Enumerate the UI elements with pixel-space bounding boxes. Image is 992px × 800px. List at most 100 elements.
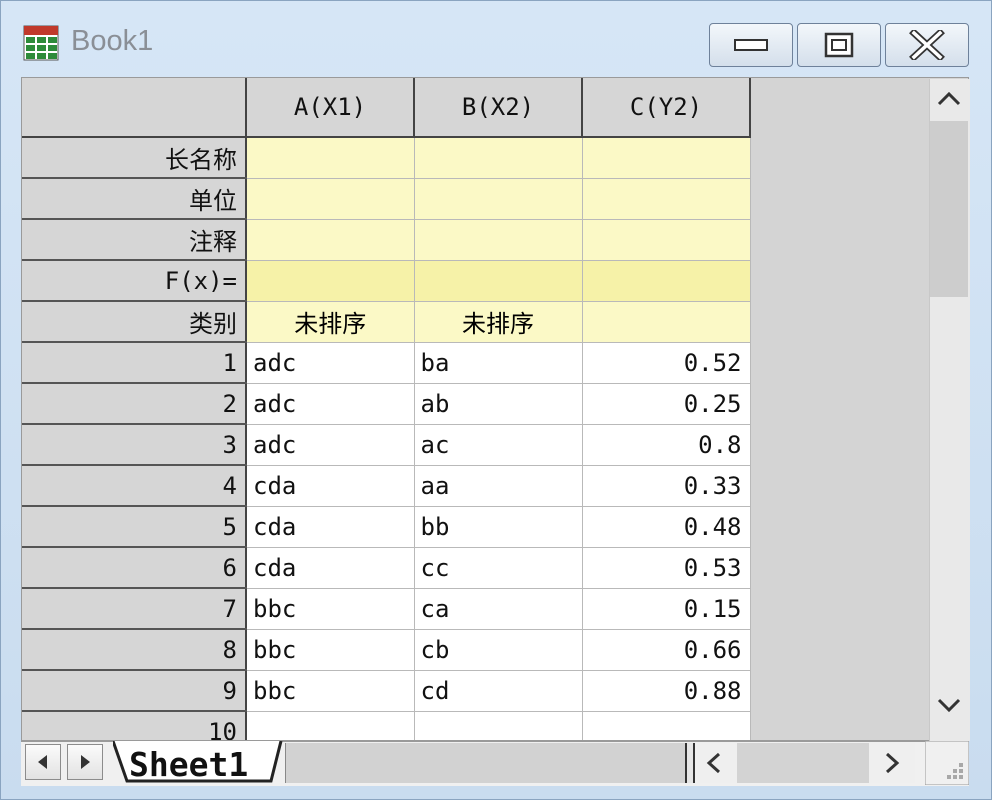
- vertical-scroll-thumb[interactable]: [930, 121, 968, 297]
- comments-cell-b[interactable]: [414, 219, 583, 261]
- resize-grip-icon[interactable]: [925, 741, 969, 785]
- table-row: 7 bbc ca 0.15: [22, 588, 751, 630]
- row-label-comments[interactable]: 注释: [22, 219, 247, 261]
- row-label-long-name[interactable]: 长名称: [22, 137, 247, 179]
- data-cell-a[interactable]: bbc: [246, 629, 415, 671]
- units-cell-a[interactable]: [246, 178, 415, 220]
- long-name-cell-b[interactable]: [414, 137, 583, 179]
- sheet-tab-sheet1[interactable]: Sheet1: [129, 745, 248, 784]
- tab-area-empty: [285, 743, 686, 783]
- arrow-left-icon: [38, 755, 47, 769]
- data-cell-b[interactable]: ab: [414, 383, 583, 425]
- data-cell-b[interactable]: cd: [414, 670, 583, 712]
- data-cell-b[interactable]: aa: [414, 465, 583, 507]
- scroll-down-icon[interactable]: [935, 695, 963, 715]
- data-cell-a[interactable]: bbc: [246, 588, 415, 630]
- data-cell-a[interactable]: adc: [246, 383, 415, 425]
- formula-cell-b[interactable]: [414, 260, 583, 302]
- row-number[interactable]: 6: [22, 547, 247, 589]
- row-number[interactable]: 4: [22, 465, 247, 507]
- row-number[interactable]: 8: [22, 629, 247, 671]
- row-number[interactable]: 7: [22, 588, 247, 630]
- data-cell-c[interactable]: 0.53: [582, 547, 751, 589]
- previous-sheet-button[interactable]: [25, 744, 61, 780]
- label-row-comments: 注释: [22, 219, 751, 261]
- minimize-icon: [734, 39, 768, 51]
- long-name-cell-c[interactable]: [582, 137, 751, 179]
- data-cell-c[interactable]: 0.66: [582, 629, 751, 671]
- data-cell-c[interactable]: 0.88: [582, 670, 751, 712]
- data-cell-a[interactable]: cda: [246, 547, 415, 589]
- category-cell-a[interactable]: 未排序: [246, 301, 415, 343]
- arrow-right-icon: [81, 755, 90, 769]
- select-all-corner[interactable]: [22, 78, 247, 138]
- data-cell-b[interactable]: ca: [414, 588, 583, 630]
- table-row: 3 adc ac 0.8: [22, 424, 751, 466]
- units-cell-c[interactable]: [582, 178, 751, 220]
- title-bar[interactable]: Book1: [1, 1, 991, 75]
- row-number[interactable]: 1: [22, 342, 247, 384]
- category-cell-b[interactable]: 未排序: [414, 301, 583, 343]
- label-row-units: 单位: [22, 178, 751, 220]
- data-cell-a[interactable]: bbc: [246, 670, 415, 712]
- table-row: 1 adc ba 0.52: [22, 342, 751, 384]
- row-label-units[interactable]: 单位: [22, 178, 247, 220]
- minimize-button[interactable]: [709, 23, 793, 67]
- table-row: 9 bbc cd 0.88: [22, 670, 751, 712]
- data-cell-c[interactable]: 0.15: [582, 588, 751, 630]
- column-header-b[interactable]: B(X2): [414, 78, 583, 138]
- data-cell-c[interactable]: 0.8: [582, 424, 751, 466]
- scroll-left-icon[interactable]: [703, 751, 725, 775]
- table-row: 2 adc ab 0.25: [22, 383, 751, 425]
- row-number[interactable]: 2: [22, 383, 247, 425]
- data-cell-c[interactable]: 0.33: [582, 465, 751, 507]
- data-cell-a[interactable]: adc: [246, 424, 415, 466]
- close-button[interactable]: [885, 23, 969, 67]
- splitter-handle[interactable]: [685, 743, 695, 783]
- data-cell-b[interactable]: cc: [414, 547, 583, 589]
- horizontal-scroll-thumb[interactable]: [737, 743, 869, 783]
- worksheet-table: A(X1) B(X2) C(Y2) 长名称 单位 注释 F(x)= 类别 未排序…: [22, 78, 751, 740]
- data-cell-c[interactable]: [582, 711, 751, 740]
- units-cell-b[interactable]: [414, 178, 583, 220]
- worksheet-grid[interactable]: A(X1) B(X2) C(Y2) 长名称 单位 注释 F(x)= 类别 未排序…: [21, 77, 969, 741]
- data-cell-c[interactable]: 0.25: [582, 383, 751, 425]
- category-cell-c[interactable]: [582, 301, 751, 343]
- data-cell-b[interactable]: cb: [414, 629, 583, 671]
- table-row: 10: [22, 711, 751, 740]
- column-header-c[interactable]: C(Y2): [582, 78, 751, 138]
- label-row-formula: F(x)=: [22, 260, 751, 302]
- data-cell-a[interactable]: cda: [246, 506, 415, 548]
- formula-cell-a[interactable]: [246, 260, 415, 302]
- data-cell-a[interactable]: [246, 711, 415, 740]
- workbook-icon: [23, 25, 59, 61]
- formula-cell-c[interactable]: [582, 260, 751, 302]
- data-cell-c[interactable]: 0.48: [582, 506, 751, 548]
- window-title: Book1: [71, 25, 154, 57]
- column-header-a[interactable]: A(X1): [246, 78, 415, 138]
- scroll-up-icon[interactable]: [935, 89, 963, 109]
- comments-cell-c[interactable]: [582, 219, 751, 261]
- row-number[interactable]: 5: [22, 506, 247, 548]
- data-cell-c[interactable]: 0.52: [582, 342, 751, 384]
- next-sheet-button[interactable]: [67, 744, 103, 780]
- data-cell-b[interactable]: ba: [414, 342, 583, 384]
- data-cell-b[interactable]: bb: [414, 506, 583, 548]
- scroll-right-icon[interactable]: [881, 751, 903, 775]
- data-cell-a[interactable]: adc: [246, 342, 415, 384]
- row-number[interactable]: 3: [22, 424, 247, 466]
- row-number[interactable]: 9: [22, 670, 247, 712]
- row-label-formula[interactable]: F(x)=: [22, 260, 247, 302]
- maximize-button[interactable]: [797, 23, 881, 67]
- comments-cell-a[interactable]: [246, 219, 415, 261]
- row-label-category[interactable]: 类别: [22, 301, 247, 343]
- data-cell-b[interactable]: ac: [414, 424, 583, 466]
- maximize-icon: [824, 32, 854, 58]
- close-icon: [909, 30, 945, 60]
- long-name-cell-a[interactable]: [246, 137, 415, 179]
- label-row-long-name: 长名称: [22, 137, 751, 179]
- data-cell-b[interactable]: [414, 711, 583, 740]
- row-number[interactable]: 10: [22, 711, 247, 740]
- data-cell-a[interactable]: cda: [246, 465, 415, 507]
- label-row-category: 类别 未排序 未排序: [22, 301, 751, 343]
